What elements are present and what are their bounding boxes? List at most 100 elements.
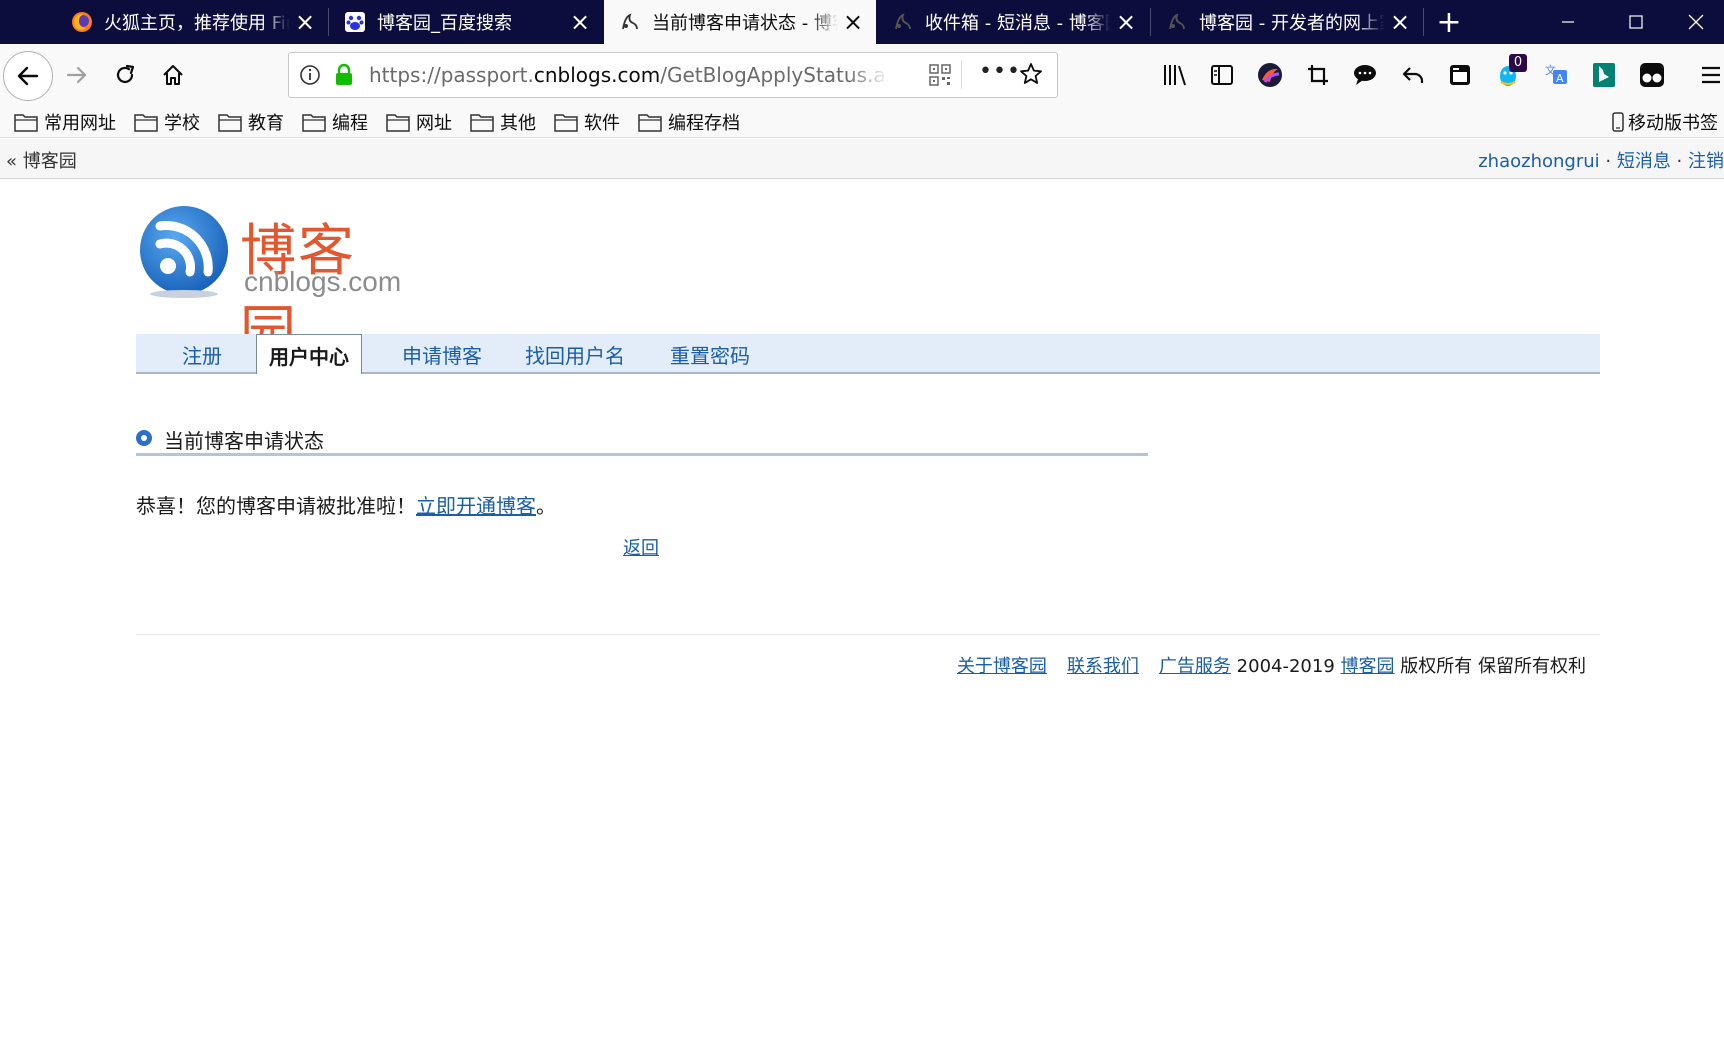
qr-code-icon[interactable] — [929, 64, 951, 91]
ads-link[interactable]: 广告服务 — [1159, 656, 1231, 677]
rss-logo-icon — [140, 206, 228, 298]
tampermonkey-button[interactable] — [1635, 58, 1669, 92]
close-icon[interactable]: × — [565, 7, 595, 37]
bookmark-folder[interactable]: 软件 — [554, 108, 620, 136]
tab-inbox[interactable]: 收件箱 - 短消息 - 博客园 × — [877, 0, 1149, 44]
url-prefix: https://passport. — [369, 63, 534, 87]
chat-extension-button[interactable] — [1348, 58, 1382, 92]
bookmark-folder[interactable]: 网址 — [386, 108, 452, 136]
maximize-icon — [1629, 15, 1643, 29]
minimize-button[interactable] — [1540, 0, 1596, 44]
url-separator — [961, 61, 962, 89]
close-icon[interactable]: × — [838, 7, 868, 37]
undo-icon — [1402, 67, 1424, 83]
bing-button[interactable] — [1587, 58, 1621, 92]
maximize-button[interactable] — [1608, 0, 1664, 44]
speech-bubble-icon — [1354, 65, 1376, 85]
tab-apply-blog[interactable]: 申请博客 — [402, 340, 482, 369]
tab-user-center[interactable]: 用户中心 — [256, 334, 362, 374]
sidebar-button[interactable] — [1205, 58, 1239, 92]
minimize-icon — [1562, 21, 1574, 23]
translate-button[interactable]: A文 — [1539, 58, 1573, 92]
tab-apply-status[interactable]: 当前博客申请状态 - 博客园 × — [604, 0, 876, 44]
messages-link[interactable]: 短消息 — [1617, 151, 1671, 172]
bookmark-folder[interactable]: 编程存档 — [638, 108, 740, 136]
phone-icon — [1612, 112, 1624, 132]
tab-title: 博客园_百度搜索 — [377, 13, 512, 34]
back-button[interactable] — [3, 51, 53, 101]
close-icon[interactable]: × — [1385, 7, 1415, 37]
tab-firefox-home[interactable]: 火狐主页，推荐使用 Firefox × — [56, 0, 328, 44]
reload-icon — [116, 64, 135, 84]
home-button[interactable] — [150, 52, 196, 98]
tab-reset-password[interactable]: 重置密码 — [670, 340, 750, 369]
info-icon[interactable] — [299, 64, 323, 88]
firefox-icon — [70, 10, 94, 34]
bookmark-folder[interactable]: 学校 — [134, 108, 200, 136]
logo-english-text: cnblogs.com — [244, 266, 402, 297]
tab-baidu-search[interactable]: 博客园_百度搜索 × — [329, 0, 603, 44]
tab-title: 当前博客申请状态 - 博客园 — [652, 13, 838, 34]
section-title: 当前博客申请状态 — [164, 429, 324, 453]
close-icon — [1688, 14, 1704, 30]
logout-link[interactable]: 注销 — [1688, 151, 1724, 172]
mobile-bookmarks[interactable]: 移动版书签 — [1612, 108, 1718, 136]
page-actions-button[interactable]: ••• — [979, 59, 1021, 84]
bookmark-folder[interactable]: 编程 — [302, 108, 368, 136]
lock-icon[interactable] — [333, 63, 355, 92]
close-icon[interactable]: × — [1111, 7, 1141, 37]
tab-register[interactable]: 注册 — [182, 340, 222, 369]
bookmark-label: 常用网址 — [44, 113, 116, 134]
bookmark-star-icon[interactable] — [1019, 62, 1043, 91]
window-icon — [1450, 65, 1470, 85]
new-tab-button[interactable]: + — [1432, 0, 1466, 44]
screenshot-button[interactable] — [1301, 58, 1335, 92]
tab-strip: 火狐主页，推荐使用 Firefox × 博客园_百度搜索 × 当前博客申请状态 … — [0, 0, 1724, 44]
tab-title: 火狐主页，推荐使用 Firefox — [104, 13, 290, 34]
url-bar[interactable]: https://passport.cnblogs.com/GetBlogAppl… — [288, 52, 1058, 98]
menu-button[interactable] — [1694, 58, 1724, 92]
home-icon — [163, 65, 183, 85]
bookmark-folder[interactable]: 常用网址 — [14, 108, 116, 136]
crop-icon — [1308, 65, 1328, 85]
section-header: 当前博客申请状态 — [136, 424, 1148, 456]
extension-color-button[interactable] — [1253, 58, 1287, 92]
qq-extension-button[interactable]: 0 — [1491, 54, 1527, 92]
bookmark-label: 移动版书签 — [1628, 113, 1718, 134]
user-links: zhaozhongrui · 短消息 · 注销 — [1478, 147, 1724, 173]
username-link[interactable]: zhaozhongrui — [1478, 151, 1599, 172]
brand-link[interactable]: 博客园 — [1341, 656, 1395, 677]
cnblogs-icon — [1165, 10, 1189, 34]
arrow-left-icon — [17, 66, 39, 86]
activate-blog-link[interactable]: 立即开通博客 — [416, 494, 536, 518]
forward-button[interactable] — [54, 52, 100, 98]
about-link[interactable]: 关于博客园 — [957, 656, 1047, 677]
status-end: 。 — [536, 494, 556, 518]
reload-button[interactable] — [102, 52, 148, 98]
undo-close-button[interactable] — [1396, 58, 1430, 92]
status-message: 恭喜！您的博客申请被批准啦！立即开通博客。 — [136, 490, 556, 519]
folder-icon — [554, 114, 578, 132]
bookmark-folder[interactable]: 教育 — [218, 108, 284, 136]
tab-recover-username[interactable]: 找回用户名 — [525, 340, 625, 369]
library-button[interactable] — [1158, 58, 1192, 92]
bing-icon — [1593, 63, 1615, 87]
cnblogs-icon — [618, 10, 642, 34]
copyright-text: 版权所有 保留所有权利 — [1400, 656, 1586, 677]
clipboard-extension-button[interactable] — [1443, 58, 1477, 92]
sidebar-icon — [1211, 65, 1233, 85]
cnblogs-icon — [891, 10, 915, 34]
back-to-home-link[interactable]: « 博客园 — [6, 147, 77, 173]
tab-cnblogs-home[interactable]: 博客园 - 开发者的网上家园 × — [1151, 0, 1423, 44]
bookmark-label: 学校 — [164, 113, 200, 134]
bookmark-label: 教育 — [248, 113, 284, 134]
translate-icon: A文 — [1545, 63, 1567, 85]
close-icon[interactable]: × — [290, 7, 320, 37]
contact-link[interactable]: 联系我们 — [1067, 656, 1139, 677]
cnblogs-logo[interactable]: 博客园 cnblogs.com — [138, 204, 408, 365]
return-link[interactable]: 返回 — [623, 534, 659, 560]
url-text[interactable]: https://passport.cnblogs.com/GetBlogAppl… — [369, 63, 889, 87]
hamburger-icon — [1702, 66, 1720, 84]
bookmark-folder[interactable]: 其他 — [470, 108, 536, 136]
close-window-button[interactable] — [1668, 0, 1724, 44]
